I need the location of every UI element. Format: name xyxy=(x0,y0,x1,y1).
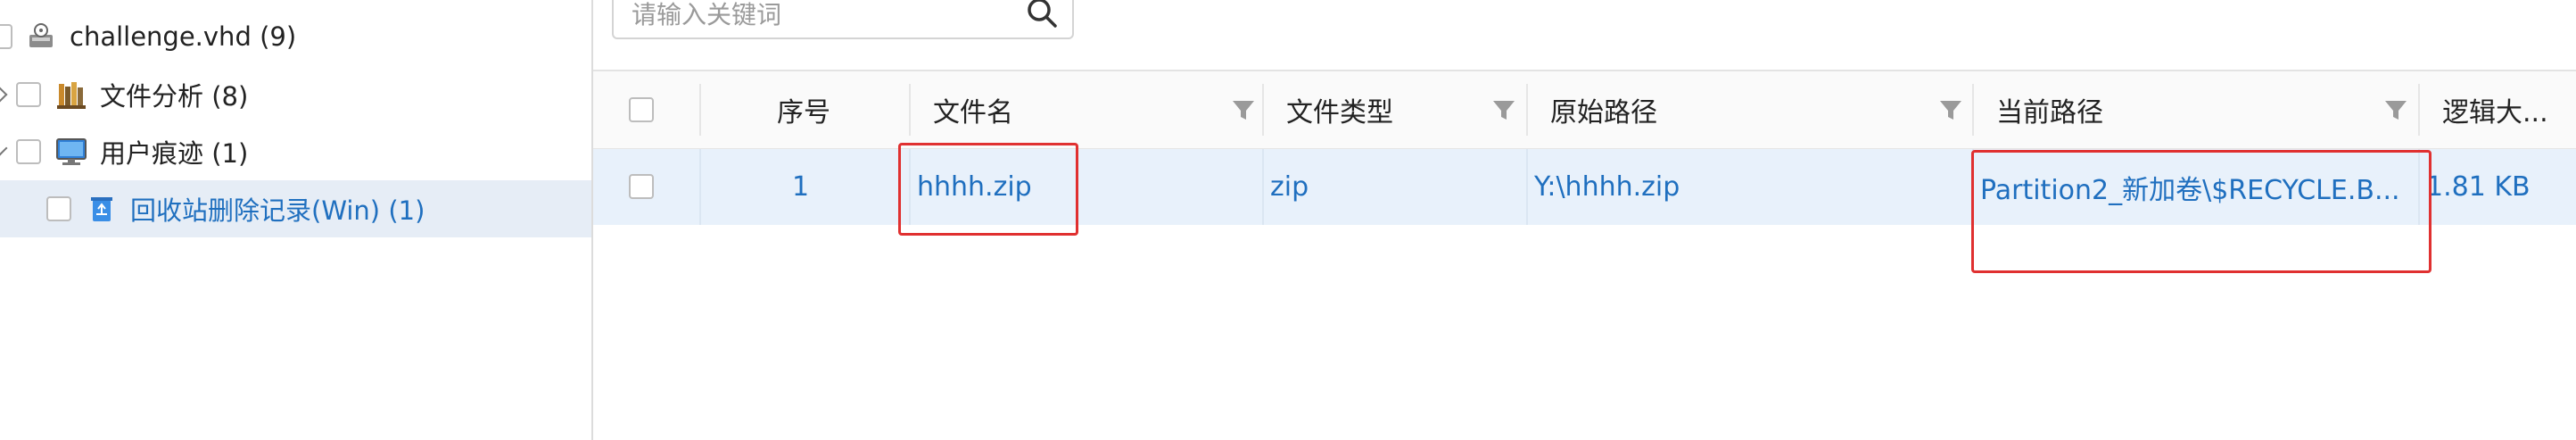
tree-item-label: 用户痕迹 (1) xyxy=(100,138,249,169)
chevron-down-icon[interactable] xyxy=(0,140,8,156)
cell-logical-size: 1.81 KB xyxy=(2426,171,2531,203)
column-separator xyxy=(1526,84,1528,136)
tree-item-label: 回收站删除记录(Win) (1) xyxy=(130,195,425,226)
column-header-original-path[interactable]: 原始路径 xyxy=(1550,71,1657,148)
recycle-bin-icon xyxy=(86,193,118,225)
select-all-checkbox[interactable] xyxy=(629,97,654,122)
row-checkbox[interactable] xyxy=(629,174,654,199)
tree-item-label: 文件分析 (8) xyxy=(100,81,249,112)
cell-filetype: zip xyxy=(1270,171,1309,203)
filter-icon[interactable] xyxy=(2382,96,2409,123)
column-separator xyxy=(1262,149,1264,225)
table-header: 序号 文件名 文件类型 原始路径 当前路径 逻辑大... xyxy=(593,71,2576,150)
column-header-filetype[interactable]: 文件类型 xyxy=(1286,71,1393,148)
column-separator xyxy=(909,84,911,136)
disk-image-icon xyxy=(25,21,57,53)
highlight-box-filename xyxy=(898,143,1078,236)
search-input[interactable] xyxy=(630,0,1017,36)
tree-item-label: challenge.vhd (9) xyxy=(70,21,297,52)
chevron-right-icon[interactable] xyxy=(0,87,8,103)
tree-item-checkbox[interactable] xyxy=(16,139,41,164)
filter-icon[interactable] xyxy=(1490,96,1517,123)
column-separator xyxy=(2418,84,2420,136)
tree-item-challenge-vhd[interactable]: challenge.vhd (9) xyxy=(0,8,591,65)
column-header-current-path[interactable]: 当前路径 xyxy=(1996,71,2103,148)
column-header-logical-size[interactable]: 逻辑大... xyxy=(2442,71,2548,148)
cell-index: 1 xyxy=(792,171,810,203)
tree-item-checkbox[interactable] xyxy=(46,196,71,221)
tree-item-file-analysis[interactable]: 文件分析 (8) xyxy=(0,66,591,123)
evidence-tree: challenge.vhd (9) 文件分析 (8) 用户痕迹 (1) 回收站删… xyxy=(0,0,593,440)
tree-item-checkbox[interactable] xyxy=(0,24,12,49)
column-separator xyxy=(1972,84,1974,136)
column-separator xyxy=(699,84,701,136)
tree-item-checkbox[interactable] xyxy=(16,82,41,107)
column-separator xyxy=(1262,84,1264,136)
column-separator xyxy=(1526,149,1528,225)
cell-original-path: Y:\hhhh.zip xyxy=(1534,171,1680,203)
column-separator xyxy=(699,149,701,225)
file-analysis-icon xyxy=(55,79,87,111)
computer-icon xyxy=(55,136,87,168)
tree-item-recycle-bin-records[interactable]: 回收站删除记录(Win) (1) xyxy=(0,180,591,237)
tree-item-user-traces[interactable]: 用户痕迹 (1) xyxy=(0,123,591,180)
search-icon[interactable] xyxy=(1024,0,1060,34)
column-header-filename[interactable]: 文件名 xyxy=(933,71,1013,148)
filter-icon[interactable] xyxy=(1230,96,1257,123)
search-box xyxy=(612,0,1074,39)
highlight-box-current-path xyxy=(1971,150,2432,273)
column-header-index[interactable]: 序号 xyxy=(777,71,830,148)
filter-icon[interactable] xyxy=(1937,96,1964,123)
